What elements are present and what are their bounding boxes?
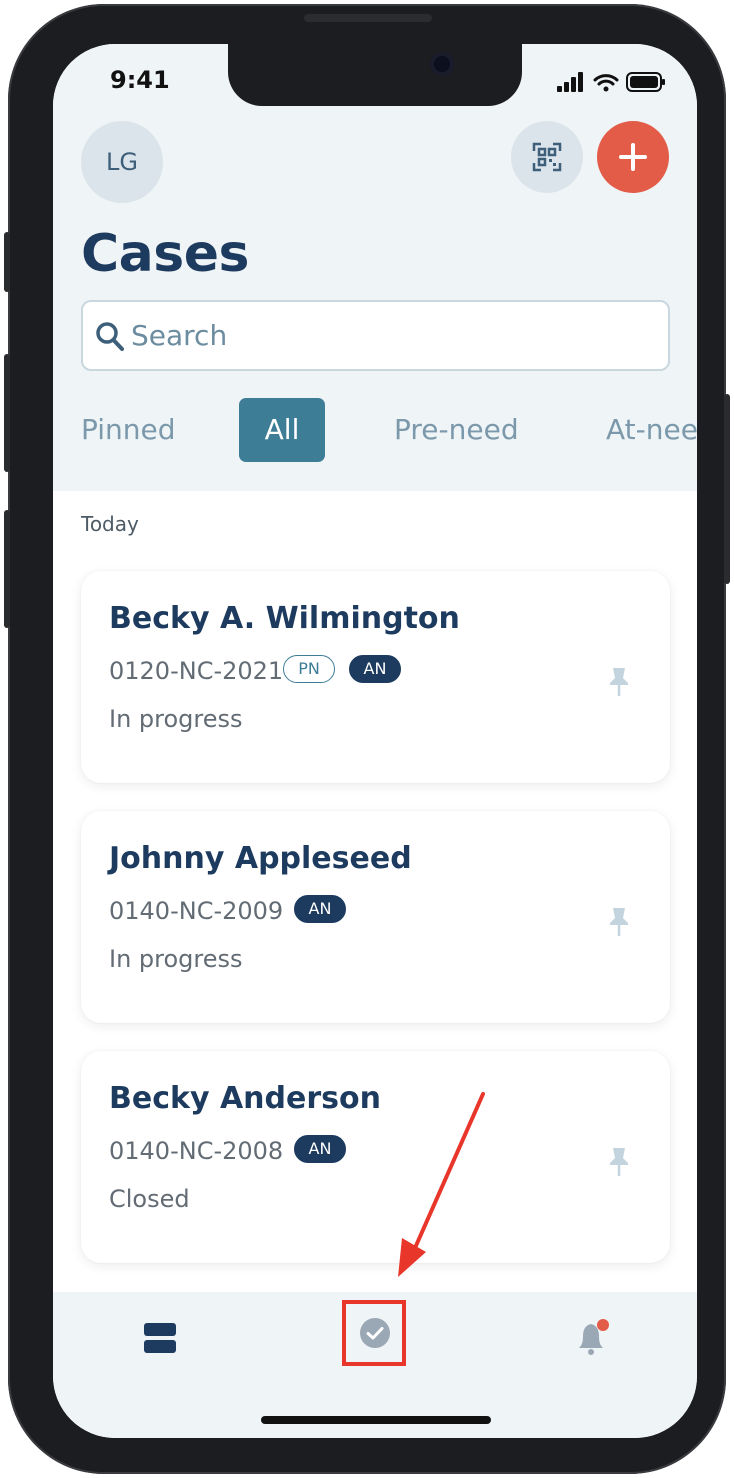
filter-tabs: Pinned All Pre-need At-need	[53, 398, 697, 462]
page-title: Cases	[81, 224, 249, 284]
home-indicator	[261, 1416, 491, 1424]
case-name: Becky A. Wilmington	[109, 601, 460, 636]
search-placeholder: Search	[131, 319, 228, 352]
at-need-badge: AN	[349, 655, 401, 683]
case-card[interactable]: Becky Anderson 0140-NC-2008 AN Closed	[81, 1051, 670, 1263]
avatar[interactable]: LG	[81, 121, 163, 203]
pin-icon[interactable]	[607, 665, 631, 697]
front-camera	[430, 52, 454, 76]
tasks-nav-button[interactable]	[342, 1300, 406, 1366]
power-button	[724, 394, 730, 584]
plus-icon	[619, 143, 647, 171]
case-id: 0140-NC-2008	[109, 1137, 284, 1165]
pre-need-badge: PN	[283, 655, 335, 683]
pin-icon[interactable]	[607, 1145, 631, 1177]
case-id: 0140-NC-2009	[109, 897, 284, 925]
at-need-badge: AN	[294, 895, 346, 923]
qr-scan-icon	[532, 142, 562, 172]
tab-pinned[interactable]: Pinned	[81, 398, 176, 462]
volume-down-button	[4, 510, 10, 628]
search-icon	[96, 322, 124, 351]
case-name: Becky Anderson	[109, 1081, 381, 1116]
tab-at-need[interactable]: At-need	[606, 398, 697, 462]
case-card[interactable]: Johnny Appleseed 0140-NC-2009 AN In prog…	[81, 811, 670, 1023]
battery-icon	[626, 72, 665, 92]
screen: 9:41 LG Cases Search Pinned All Pre-need…	[53, 44, 697, 1438]
phone-frame: 9:41 LG Cases Search Pinned All Pre-need…	[4, 4, 730, 1474]
case-status: Closed	[109, 1185, 190, 1213]
case-name: Johnny Appleseed	[109, 841, 412, 876]
wifi-icon	[593, 74, 619, 92]
volume-up-button	[4, 354, 10, 472]
search-input[interactable]: Search	[81, 300, 670, 371]
notification-dot	[597, 1319, 609, 1331]
case-card[interactable]: Becky A. Wilmington 0120-NC-2021 PN AN I…	[81, 571, 670, 783]
silent-switch	[4, 232, 10, 292]
status-time: 9:41	[110, 66, 170, 94]
notch	[228, 44, 522, 106]
at-need-badge: AN	[294, 1135, 346, 1163]
status-icons	[557, 72, 665, 92]
tab-all[interactable]: All	[239, 398, 325, 462]
cases-stack-icon[interactable]	[143, 1322, 177, 1354]
section-label-today: Today	[81, 512, 139, 536]
qr-scan-button[interactable]	[511, 121, 583, 193]
speaker-grille	[304, 14, 432, 22]
case-id: 0120-NC-2021	[109, 657, 284, 685]
case-status: In progress	[109, 705, 243, 733]
signal-icon	[557, 72, 583, 92]
check-circle-icon	[360, 1318, 390, 1348]
case-status: In progress	[109, 945, 243, 973]
tab-pre-need[interactable]: Pre-need	[394, 398, 519, 462]
add-case-button[interactable]	[597, 121, 669, 193]
pin-icon[interactable]	[607, 905, 631, 937]
bell-icon[interactable]	[573, 1318, 613, 1358]
